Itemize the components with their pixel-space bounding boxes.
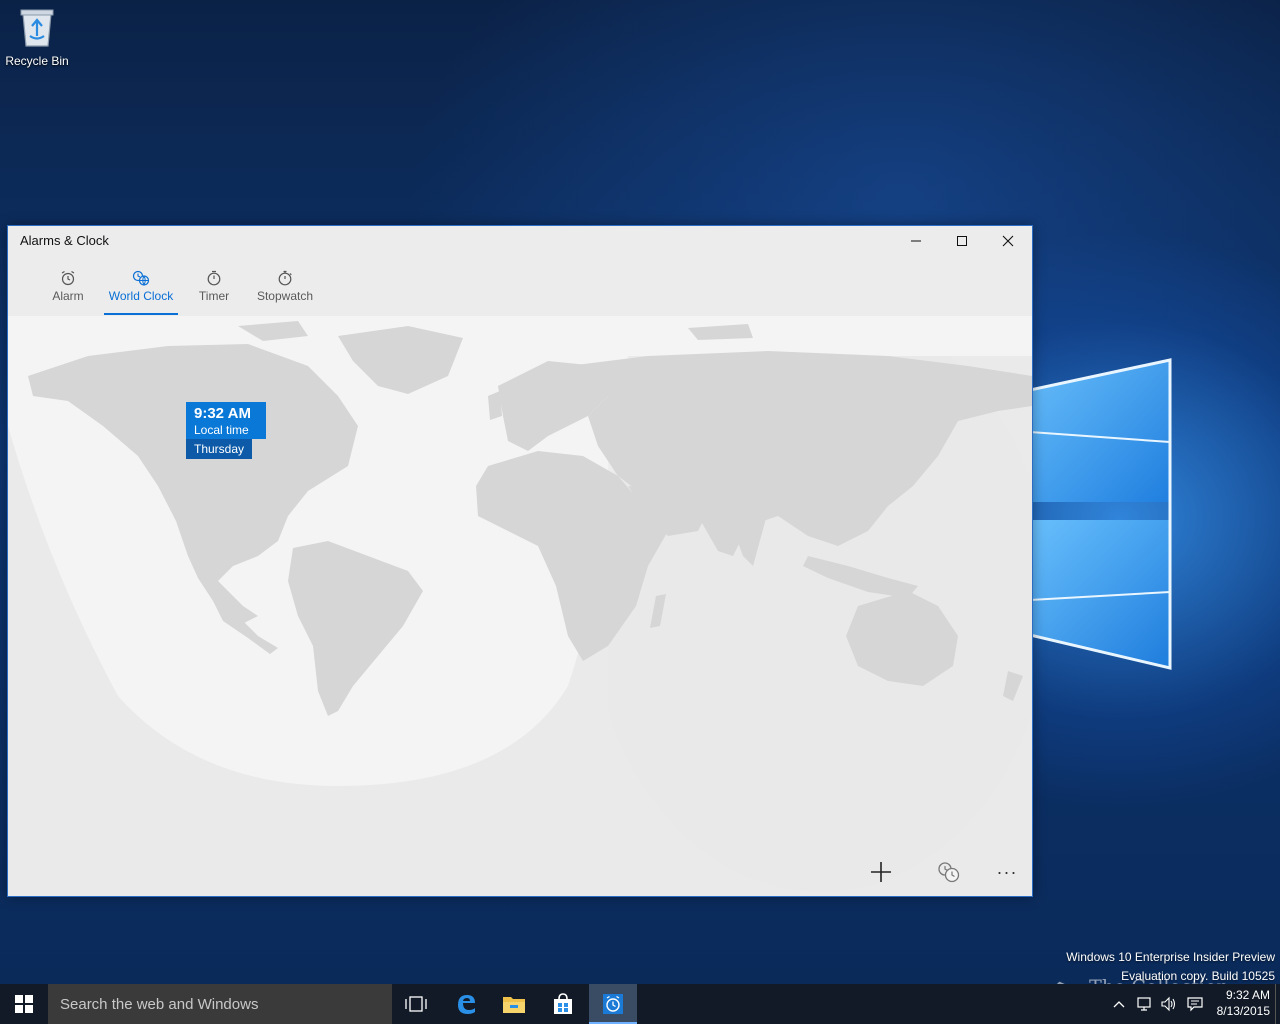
timer-icon xyxy=(207,270,221,286)
windows-start-icon xyxy=(15,995,33,1013)
taskbar-clock-date: 8/13/2015 xyxy=(1216,1004,1270,1018)
recycle-bin[interactable]: Recycle Bin xyxy=(4,6,70,76)
watermark-line-edition: Windows 10 Enterprise Insider Preview xyxy=(1066,950,1275,964)
start-button[interactable] xyxy=(0,984,48,1024)
taskbar-clock[interactable]: 9:32 AM 8/13/2015 xyxy=(1210,987,1270,1019)
world-map-graphic xyxy=(8,316,1032,896)
show-desktop-button[interactable] xyxy=(1275,984,1280,1024)
search-box[interactable]: Search the web and Windows xyxy=(48,984,392,1024)
tab-alarm-label: Alarm xyxy=(52,289,84,303)
folder-icon xyxy=(503,997,525,1013)
edge-icon xyxy=(458,995,475,1014)
taskbar: Search the web and Windows 9:32 AM 8/13/… xyxy=(0,984,1280,1024)
edge-browser-button[interactable] xyxy=(442,984,490,1024)
maximize-icon xyxy=(957,236,967,246)
minimize-button[interactable] xyxy=(893,226,939,256)
clock-pin-day: Thursday xyxy=(186,439,253,459)
windows-logo-graphic xyxy=(1030,358,1172,670)
local-time-clock-pin[interactable]: 9:32 AM Local time Thursday xyxy=(186,402,266,459)
clock-pin-time: 9:32 AM xyxy=(194,405,251,422)
active-tab-indicator xyxy=(104,313,178,315)
alarms-app-icon xyxy=(603,994,623,1014)
task-view-button[interactable] xyxy=(392,984,440,1024)
volume-icon[interactable] xyxy=(1160,996,1178,1012)
close-button[interactable] xyxy=(985,226,1031,256)
alarms-clock-taskbar-button[interactable] xyxy=(589,984,637,1024)
add-clock-button[interactable] xyxy=(861,856,901,888)
store-icon xyxy=(554,993,572,1014)
tab-alarm[interactable]: Alarm xyxy=(48,270,88,316)
store-button[interactable] xyxy=(539,984,587,1024)
tab-bar: Alarm World Clock Timer Stopwatch xyxy=(8,256,1032,316)
clock-pin-time-box: 9:32 AM Local time xyxy=(186,402,266,439)
file-explorer-button[interactable] xyxy=(490,984,538,1024)
recycle-bin-icon xyxy=(20,9,54,47)
stopwatch-icon xyxy=(278,270,292,286)
tab-stopwatch[interactable]: Stopwatch xyxy=(254,270,316,316)
tab-timer-label: Timer xyxy=(198,289,230,303)
window-title: Alarms & Clock xyxy=(20,233,109,248)
tab-stopwatch-label: Stopwatch xyxy=(256,289,314,303)
show-hidden-icons-chevron-icon[interactable] xyxy=(1110,996,1128,1012)
more-options-button[interactable]: ··· xyxy=(987,856,1027,888)
title-bar[interactable]: Alarms & Clock xyxy=(8,226,1032,256)
recycle-bin-label: Recycle Bin xyxy=(5,54,69,68)
tab-timer[interactable]: Timer xyxy=(194,270,234,316)
world-clock-icon xyxy=(132,270,150,286)
alarms-clock-window: Alarms & Clock Alarm World Clock Timer S… xyxy=(7,225,1033,897)
action-center-icon[interactable] xyxy=(1186,996,1204,1012)
maximize-button[interactable] xyxy=(939,226,985,256)
tab-world-clock-label: World Clock xyxy=(108,289,174,303)
compare-clocks-button[interactable] xyxy=(929,856,969,888)
minimize-icon xyxy=(911,240,921,242)
task-view-icon xyxy=(405,996,427,1012)
alarm-clock-icon xyxy=(61,270,75,286)
network-icon[interactable] xyxy=(1136,996,1154,1012)
world-map[interactable]: 9:32 AM Local time Thursday ··· xyxy=(8,316,1032,896)
search-placeholder: Search the web and Windows xyxy=(60,996,259,1013)
taskbar-clock-time: 9:32 AM xyxy=(1225,988,1270,1002)
tab-world-clock[interactable]: World Clock xyxy=(104,270,178,316)
close-icon xyxy=(1002,235,1014,247)
compare-clocks-icon xyxy=(938,862,960,883)
add-icon xyxy=(871,862,891,882)
clock-pin-subtitle: Local time xyxy=(194,423,249,437)
